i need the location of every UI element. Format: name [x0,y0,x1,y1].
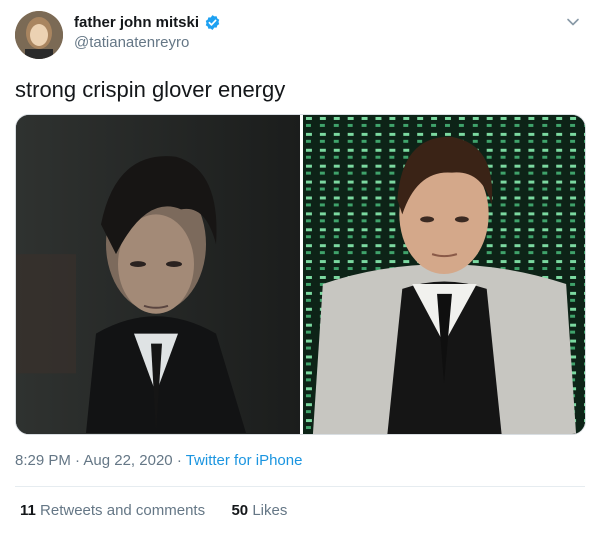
verified-badge-icon [205,15,220,30]
tweet-date[interactable]: Aug 22, 2020 [83,452,172,469]
user-name[interactable]: father john mitski [74,14,199,31]
portrait-gray-coat-man-image [303,115,585,434]
retweets-label: Retweets and comments [40,502,206,519]
divider [15,486,585,487]
tweet-meta: 8:29 PM · Aug 22, 2020 · Twitter for iPh… [15,452,302,469]
likes-count: 50 [231,502,249,519]
photo-left[interactable] [16,115,303,434]
tweet-source-link[interactable]: Twitter for iPhone [186,452,303,469]
tweet-time[interactable]: 8:29 PM [15,452,71,469]
chevron-down-icon[interactable] [565,14,581,30]
photo-right[interactable] [303,115,585,434]
avatar[interactable] [15,11,63,59]
retweets-stat[interactable]: 11 Retweets and comments [20,502,209,519]
avatar-image [15,11,63,59]
user-handle[interactable]: @tatianatenreyro [74,34,189,51]
likes-stat[interactable]: 50 Likes [231,502,287,519]
portrait-dark-man-image [16,115,300,434]
retweets-count: 11 [20,502,36,519]
meta-separator: · [176,452,182,469]
media-grid[interactable] [15,114,586,435]
likes-label: Likes [252,502,288,519]
tweet-stats: 11 Retweets and comments 50 Likes [20,502,287,519]
tweet-text: strong crispin glover energy [15,77,286,102]
meta-separator: · [75,452,81,469]
